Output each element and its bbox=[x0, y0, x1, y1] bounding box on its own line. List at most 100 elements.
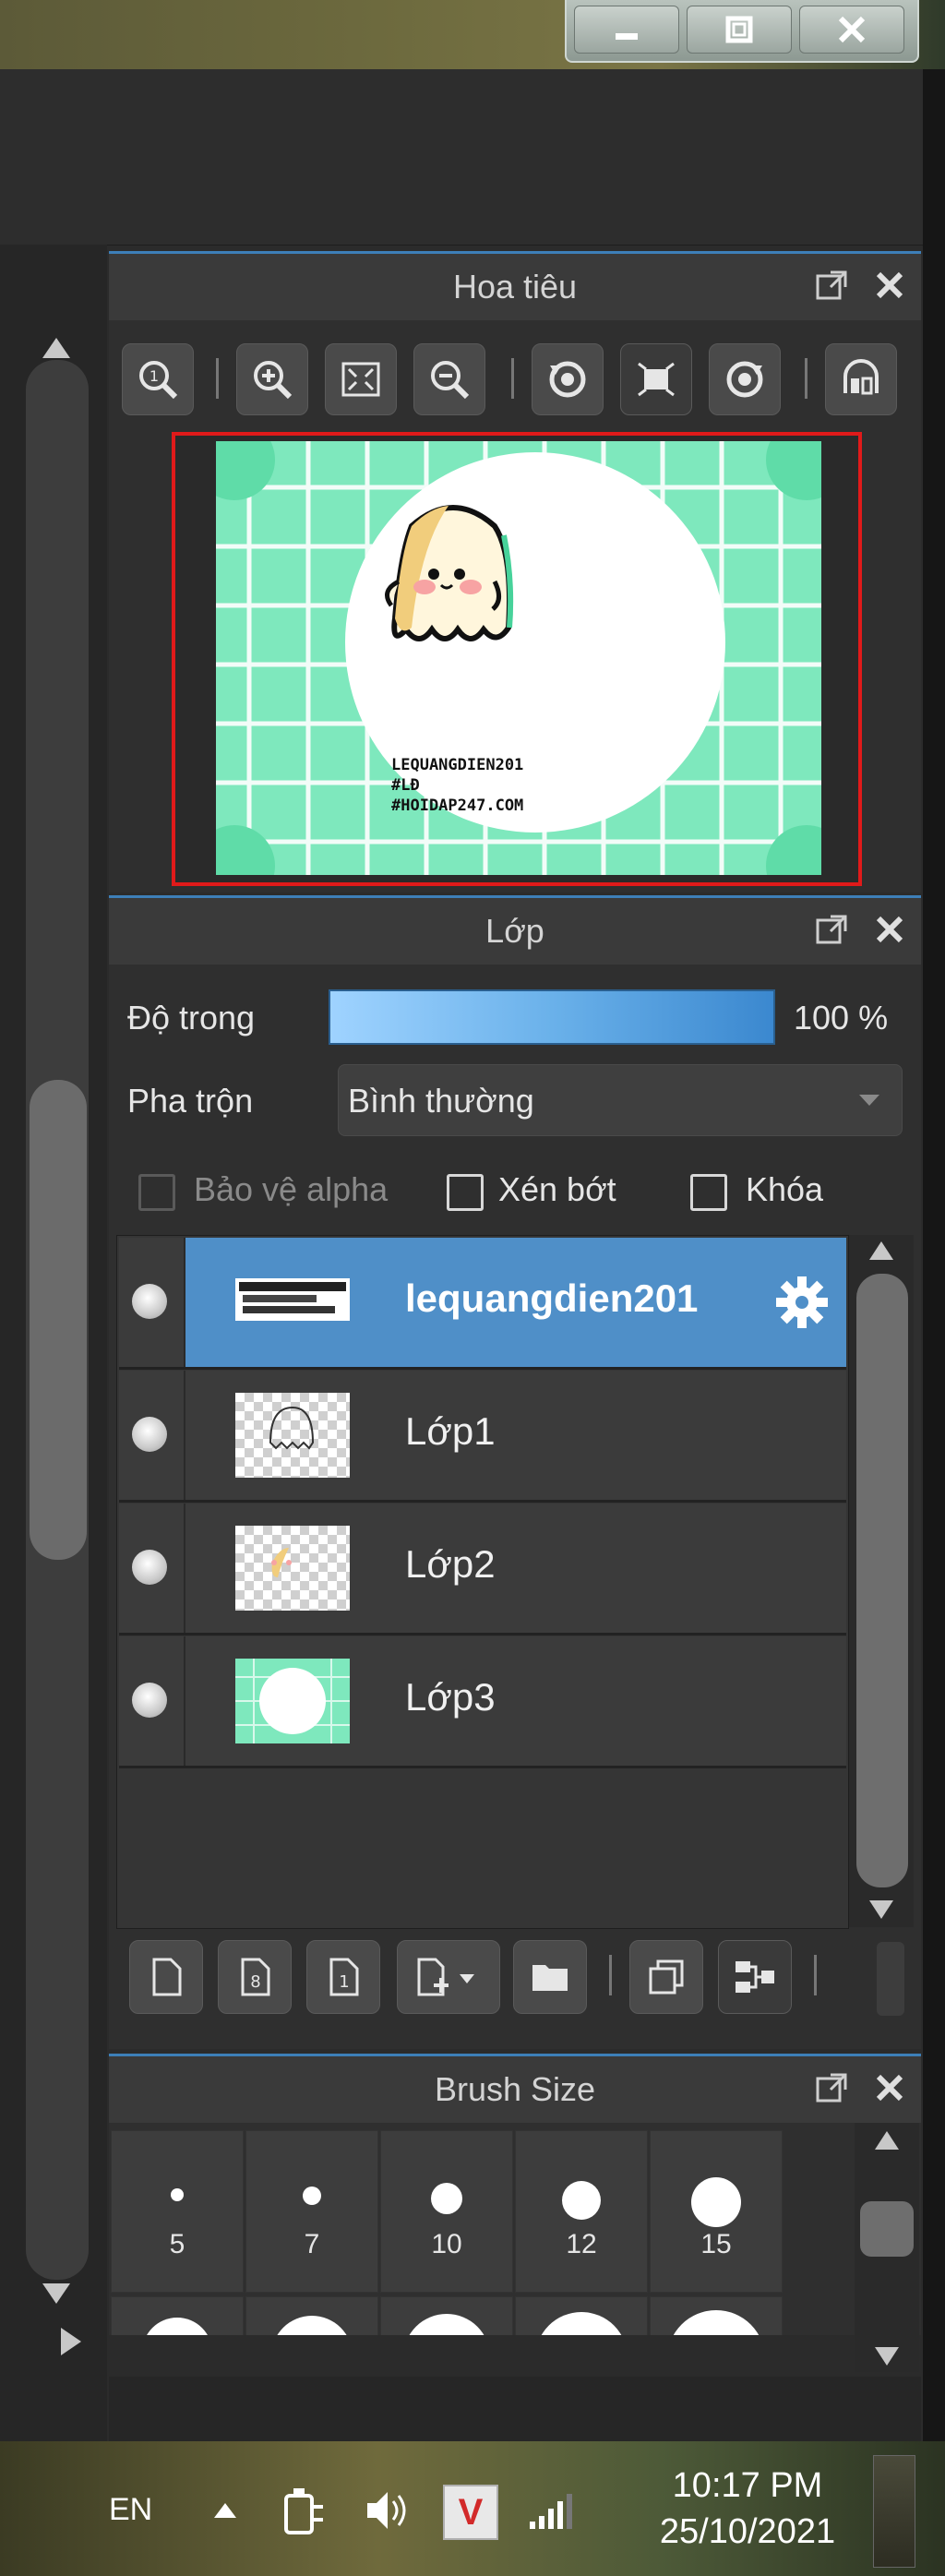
visibility-cell bbox=[119, 1238, 185, 1367]
clock-time[interactable]: 10:17 PM bbox=[646, 2466, 849, 2506]
language-indicator[interactable]: EN bbox=[109, 2492, 152, 2528]
brush-size-preset[interactable]: 15 bbox=[650, 2130, 783, 2293]
show-hidden-icons-icon[interactable] bbox=[212, 2499, 238, 2522]
clock-date[interactable]: 25/10/2021 bbox=[628, 2512, 867, 2552]
zoom-100-button[interactable]: 1 bbox=[122, 343, 194, 415]
brush-size-preset[interactable]: 5 bbox=[111, 2130, 244, 2293]
layer-toolbar-overflow[interactable] bbox=[877, 1942, 904, 2016]
clip-label: Xén bớt bbox=[498, 1170, 616, 1208]
detach-panel-icon[interactable] bbox=[814, 911, 851, 948]
brush-size-preset[interactable] bbox=[650, 2296, 783, 2335]
new-1bit-layer-button[interactable]: 1 bbox=[306, 1940, 380, 2014]
brush-size-scroll-thumb[interactable] bbox=[860, 2201, 914, 2257]
rotate-right-icon bbox=[726, 361, 763, 398]
network-signal-icon[interactable] bbox=[526, 2490, 578, 2533]
close-window-button[interactable] bbox=[799, 6, 904, 54]
vivaldi-letter: V bbox=[458, 2491, 484, 2533]
lock-label: Khóa bbox=[746, 1170, 824, 1208]
layer-panel-header: Lớp bbox=[109, 895, 921, 965]
power-icon[interactable] bbox=[281, 2483, 329, 2538]
brush-size-preset[interactable]: 12 bbox=[515, 2130, 648, 2293]
rotate-left-button[interactable] bbox=[532, 343, 604, 415]
toolbar-separator bbox=[609, 1955, 612, 1995]
brush-size-preset[interactable] bbox=[380, 2296, 513, 2335]
scroll-right-arrow[interactable] bbox=[57, 2326, 85, 2362]
folder-icon bbox=[532, 1965, 568, 1991]
menu-bar bbox=[0, 69, 923, 149]
merge-down-button[interactable] bbox=[718, 1940, 792, 2014]
layer-row[interactable]: Lớp1 bbox=[119, 1371, 846, 1503]
rotate-right-button[interactable] bbox=[709, 343, 781, 415]
layer-name: Lớp3 bbox=[405, 1675, 496, 1719]
brush-size-value: 7 bbox=[304, 2229, 320, 2259]
layer-row[interactable]: Lớp3 bbox=[119, 1636, 846, 1768]
scroll-down-arrow[interactable] bbox=[867, 1898, 895, 1922]
lock-checkbox[interactable] bbox=[690, 1174, 727, 1211]
new-raster-layer-button[interactable] bbox=[129, 1940, 203, 2014]
detach-panel-icon[interactable] bbox=[814, 2069, 851, 2106]
zoom-out-button[interactable] bbox=[413, 343, 485, 415]
visibility-toggle[interactable] bbox=[132, 1284, 167, 1319]
window-edge bbox=[923, 69, 945, 2441]
close-panel-icon[interactable] bbox=[871, 2069, 908, 2106]
toolbar-separator bbox=[814, 1955, 817, 1995]
volume-icon[interactable] bbox=[362, 2486, 413, 2534]
duplicate-icon bbox=[649, 1959, 684, 1995]
scroll-up-arrow[interactable] bbox=[873, 2128, 901, 2152]
fit-window-button[interactable] bbox=[325, 343, 397, 415]
svg-text:8: 8 bbox=[250, 1972, 260, 1992]
blend-mode-value: Bình thường bbox=[348, 1082, 534, 1120]
new-8bit-layer-button[interactable]: 8 bbox=[218, 1940, 292, 2014]
layer-row[interactable]: lequangdien201 bbox=[119, 1238, 846, 1370]
svg-text:1: 1 bbox=[339, 1972, 349, 1992]
zoom-100-icon: 1 bbox=[139, 361, 178, 400]
duplicate-layer-button[interactable] bbox=[629, 1940, 703, 2014]
brush-size-preset[interactable] bbox=[111, 2296, 244, 2335]
brush-size-preset[interactable] bbox=[515, 2296, 648, 2335]
brush-dot bbox=[431, 2183, 462, 2214]
scroll-down-arrow[interactable] bbox=[873, 2344, 901, 2368]
add-layer-dropdown-button[interactable] bbox=[397, 1940, 500, 2014]
restore-button[interactable] bbox=[687, 6, 792, 54]
close-icon bbox=[838, 16, 866, 43]
brush-dot bbox=[667, 2310, 765, 2335]
layer-list-scroll-thumb[interactable] bbox=[856, 1274, 908, 1887]
vivaldi-icon[interactable]: V bbox=[443, 2485, 498, 2540]
flip-button[interactable] bbox=[825, 343, 897, 415]
show-desktop-button[interactable] bbox=[873, 2455, 915, 2568]
layer-name: Lớp2 bbox=[405, 1542, 496, 1586]
left-scrollbar-thumb[interactable] bbox=[30, 1080, 87, 1560]
brush-dot bbox=[535, 2312, 628, 2335]
new-folder-button[interactable] bbox=[513, 1940, 587, 2014]
visibility-toggle[interactable] bbox=[132, 1417, 167, 1452]
reset-view-button[interactable] bbox=[620, 343, 692, 415]
zoom-in-button[interactable] bbox=[236, 343, 308, 415]
layer-name: Lớp1 bbox=[405, 1409, 496, 1453]
rotate-left-icon bbox=[549, 361, 586, 398]
brush-size-preset[interactable]: 7 bbox=[245, 2130, 378, 2293]
close-panel-icon[interactable] bbox=[871, 267, 908, 304]
visibility-toggle[interactable] bbox=[132, 1550, 167, 1585]
layer-thumbnail bbox=[235, 1278, 350, 1321]
clip-checkbox[interactable] bbox=[447, 1174, 484, 1211]
zoom-in-icon bbox=[254, 361, 293, 400]
scroll-down-arrow[interactable] bbox=[41, 2280, 72, 2312]
opacity-slider[interactable] bbox=[329, 989, 775, 1045]
gear-icon[interactable] bbox=[774, 1275, 830, 1330]
blend-mode-label: Pha trộn bbox=[127, 1082, 254, 1120]
toolbar-separator bbox=[805, 358, 807, 399]
minimize-button[interactable] bbox=[574, 6, 679, 54]
blend-mode-select[interactable]: Bình thường bbox=[338, 1064, 903, 1136]
flip-icon bbox=[843, 359, 879, 395]
visibility-toggle[interactable] bbox=[132, 1683, 167, 1718]
brush-size-preset[interactable] bbox=[245, 2296, 378, 2335]
protect-alpha-checkbox[interactable] bbox=[138, 1174, 175, 1211]
layer-row[interactable]: Lớp2 bbox=[119, 1504, 846, 1635]
scroll-up-arrow[interactable] bbox=[867, 1239, 895, 1263]
brush-size-preset[interactable]: 10 bbox=[380, 2130, 513, 2293]
brush-size-value: 5 bbox=[169, 2229, 185, 2259]
close-panel-icon[interactable] bbox=[871, 911, 908, 948]
navigator-preview[interactable]: LEQUANGDIEN201 #LĐ #HOIDAP247.COM bbox=[172, 432, 862, 886]
new-8bit-layer-icon: 8 bbox=[241, 1958, 270, 1996]
detach-panel-icon[interactable] bbox=[814, 267, 851, 304]
